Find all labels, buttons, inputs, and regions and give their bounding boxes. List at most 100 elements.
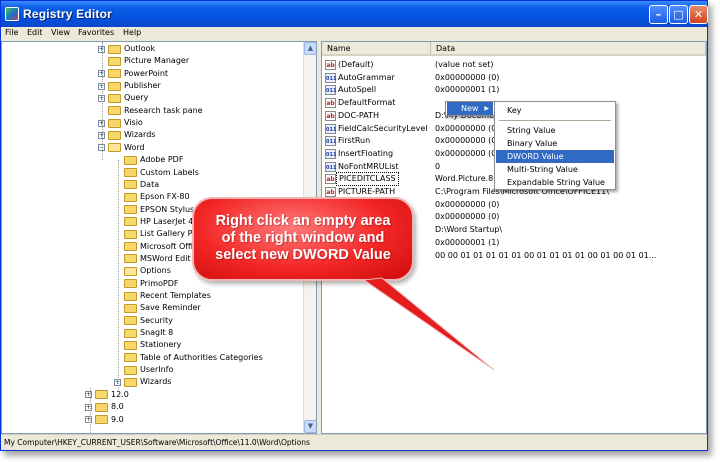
tree-item[interactable]: EPSON Stylus P <box>114 204 202 216</box>
column-header-data[interactable]: Data <box>431 42 706 56</box>
tree-item[interactable]: Stationery <box>114 339 181 351</box>
tree-item-label: Options <box>140 266 171 276</box>
folder-icon <box>124 180 137 190</box>
submenu-item-expandable-string-value[interactable]: Expandable String Value <box>496 176 614 189</box>
tree-item[interactable]: Save Reminder <box>114 302 201 314</box>
tree-item-label: Wizards <box>124 130 156 140</box>
tree-item[interactable]: SnagIt 8 <box>114 327 173 339</box>
submenu-item-dword-value[interactable]: DWORD Value <box>496 150 614 163</box>
tree-item-label: Research task pane <box>124 105 203 115</box>
submenu-arrow-icon: ▶ <box>484 105 489 112</box>
folder-icon <box>124 353 137 363</box>
folder-icon <box>124 242 137 252</box>
minimize-button[interactable]: – <box>649 5 668 24</box>
value-data: 0x00000000 (0) <box>435 212 500 222</box>
string-value-icon: ab <box>325 110 336 121</box>
callout-line-2: of the right window and <box>221 230 385 246</box>
tree-item[interactable]: Picture Manager <box>98 55 189 67</box>
tree-item[interactable]: Microsoft Offi <box>114 241 193 253</box>
value-data: 0x00000000 (0) <box>435 123 500 133</box>
folder-icon <box>108 44 121 54</box>
close-button[interactable]: ✕ <box>689 5 708 24</box>
submenu-item-multi-string-value[interactable]: Multi-String Value <box>496 163 614 176</box>
binary-value-icon: 011 <box>325 123 336 134</box>
context-menu-new[interactable]: New ▶ <box>447 102 493 115</box>
submenu-separator <box>499 120 611 121</box>
folder-icon <box>108 130 121 140</box>
status-bar: My Computer\HKEY_CURRENT_USER\Software\M… <box>1 434 707 450</box>
tree-item[interactable]: MSWord Edit <box>114 253 191 265</box>
title-bar[interactable]: Registry Editor – □ ✕ <box>1 1 708 27</box>
folder-icon <box>95 402 108 412</box>
scroll-down-icon[interactable]: ▼ <box>304 420 316 433</box>
folder-icon <box>95 390 108 400</box>
tree-item[interactable]: UserInfo <box>114 364 173 376</box>
tree-item-label: Adobe PDF <box>140 155 184 165</box>
scroll-up-icon[interactable]: ▲ <box>304 42 316 55</box>
folder-icon <box>124 316 137 326</box>
menu-view[interactable]: View <box>51 28 70 37</box>
value-data: D:\Word Startup\ <box>435 225 503 235</box>
folder-icon <box>124 365 137 375</box>
folder-icon <box>108 118 121 128</box>
callout-line-1: Right click an empty area <box>215 213 391 229</box>
tree-item[interactable]: Research task pane <box>98 105 203 117</box>
tree-item[interactable]: Table of Authorities Categories <box>114 352 263 364</box>
folder-icon <box>124 192 137 202</box>
tree-item[interactable]: + Publisher <box>98 80 161 92</box>
tree-item[interactable]: + Visio <box>98 117 143 129</box>
tree-item[interactable]: Recent Templates <box>114 290 211 302</box>
binary-value-icon: 011 <box>325 148 336 159</box>
menu-favorites[interactable]: Favorites <box>78 28 114 37</box>
folder-icon <box>108 143 121 153</box>
folder-icon <box>124 328 137 338</box>
tree-item[interactable]: Custom Labels <box>114 167 199 179</box>
string-value-icon: ab <box>325 60 336 70</box>
folder-icon <box>124 205 137 215</box>
tree-item[interactable]: + Wizards <box>98 129 155 141</box>
value-row[interactable]: 011 AutoGrammar 0x00000000 (0) <box>322 72 706 84</box>
menu-edit[interactable]: Edit <box>27 28 43 37</box>
value-name: PICEDITCLASS <box>336 172 399 187</box>
menu-help[interactable]: Help <box>123 28 141 37</box>
tree-item[interactable]: List Gallery Pr <box>114 228 196 240</box>
tree-item-label: PowerPoint <box>124 68 169 78</box>
tree-item[interactable]: Adobe PDF <box>114 154 183 166</box>
menu-file[interactable]: File <box>5 28 18 37</box>
tree-item-label: 8.0 <box>111 402 124 412</box>
new-submenu: Key String Value Binary Value DWORD Value Mu… <box>494 101 616 190</box>
tree-item-label: Table of Authorities Categories <box>140 352 263 362</box>
tree-item[interactable]: PrimoPDF <box>114 278 178 290</box>
value-data: 0 <box>435 161 441 171</box>
tree-item-label: Data <box>140 179 160 189</box>
value-name: FirstRun <box>338 136 371 146</box>
tree-item-label: Wizards <box>140 377 172 387</box>
submenu-item-string-value[interactable]: String Value <box>496 124 614 137</box>
submenu-item-binary-value[interactable]: Binary Value <box>496 137 614 150</box>
tree-item[interactable]: + Outlook <box>98 43 155 55</box>
tree-item[interactable]: + Wizards <box>114 376 171 388</box>
tree-item[interactable]: Security <box>114 315 173 327</box>
tree-item-label: PrimoPDF <box>140 278 179 288</box>
tree-item[interactable]: + PowerPoint <box>98 68 168 80</box>
value-data: 0x00000000 (0) <box>435 136 500 146</box>
tree-item[interactable]: − Word <box>98 142 145 154</box>
binary-value-icon: 011 <box>325 161 336 172</box>
tree-item[interactable]: HP LaserJet 4 <box>114 216 193 228</box>
folder-icon <box>124 229 137 239</box>
tree-item[interactable]: +12.0 <box>85 389 129 401</box>
tree-item[interactable]: Data <box>114 179 159 191</box>
tree-item[interactable]: Options <box>114 265 171 277</box>
tree-item[interactable]: + Query <box>98 92 148 104</box>
column-header-name[interactable]: Name <box>322 42 431 56</box>
maximize-button[interactable]: □ <box>669 5 688 24</box>
value-name: AutoSpell <box>338 85 377 95</box>
tree-item-label: SnagIt 8 <box>140 328 174 338</box>
submenu-item-key[interactable]: Key <box>496 104 614 117</box>
tree-item[interactable]: Epson FX-80 <box>114 191 190 203</box>
folder-icon <box>95 415 108 424</box>
value-name: DOC-PATH <box>338 110 379 120</box>
value-row[interactable]: ab (Default) (value not set) <box>322 59 706 71</box>
value-row[interactable]: 011 AutoSpell 0x00000001 (1) <box>322 84 706 96</box>
value-data: 0x00000000 (0) <box>435 72 500 82</box>
